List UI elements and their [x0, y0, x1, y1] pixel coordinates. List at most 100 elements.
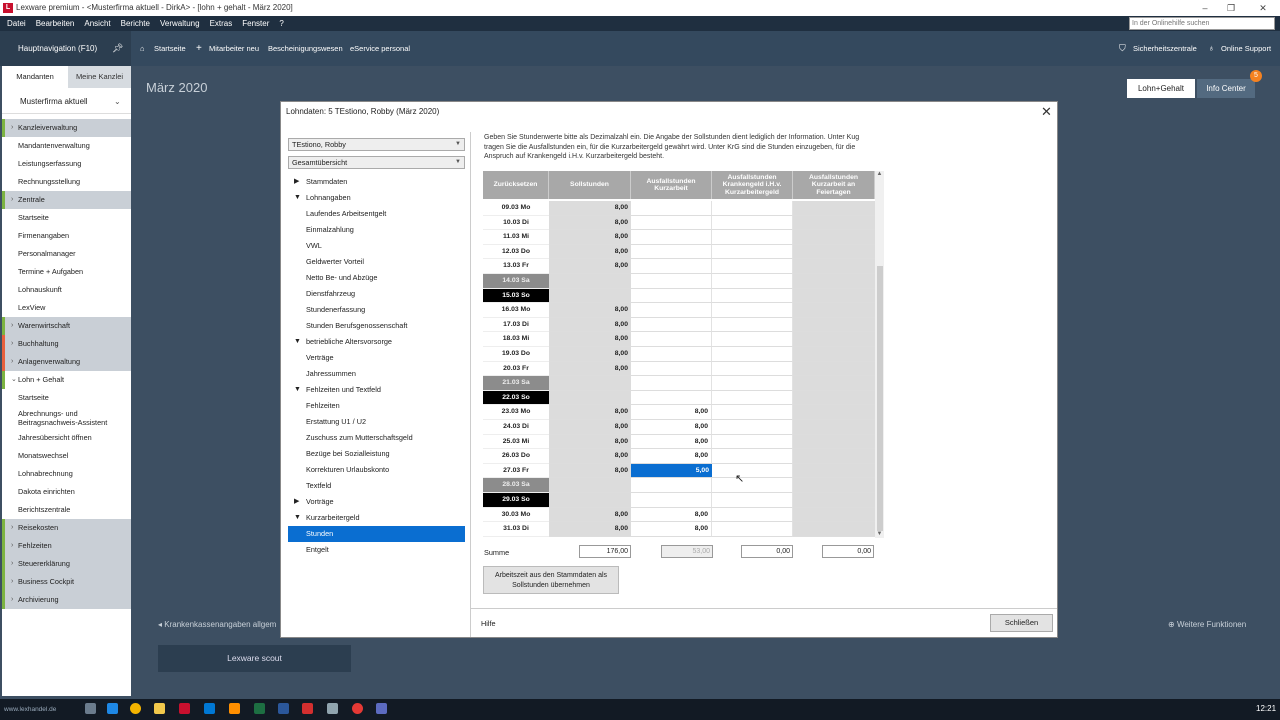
cell-krankengeld[interactable] — [712, 332, 793, 347]
pin-icon[interactable]: 📌︎ — [112, 31, 123, 66]
lexware-taskbar-icon[interactable] — [179, 703, 190, 714]
tree-item-20[interactable]: ▶ Vorträge — [288, 494, 465, 510]
tree-item-16[interactable]: Zuschuss zum Mutterschaftsgeld — [288, 430, 465, 446]
app-icon[interactable] — [327, 703, 338, 714]
weitere-funktionen-link[interactable]: ⊕ Weitere Funktionen — [1168, 620, 1246, 629]
cell-feiertage[interactable] — [793, 244, 875, 260]
cell-kurzarbeit[interactable] — [631, 230, 712, 245]
menu-item-2[interactable]: Ansicht — [79, 16, 115, 31]
tree-item-0[interactable]: ▶ Stammdaten — [288, 174, 465, 190]
cell-feiertage[interactable] — [793, 332, 875, 347]
sidebar-item-25[interactable]: › Business Cockpit — [2, 573, 131, 591]
cell-feiertage[interactable] — [793, 434, 875, 450]
sidebar-item-2[interactable]: Leistungserfassung — [2, 155, 131, 173]
cell-kurzarbeit[interactable] — [631, 390, 712, 406]
sidebar-item-22[interactable]: › Reisekosten — [2, 519, 131, 537]
cell-kurzarbeit[interactable] — [631, 303, 712, 318]
cell-feiertage[interactable] — [793, 507, 875, 523]
lexware-scout-button[interactable]: Lexware scout — [158, 645, 351, 672]
expand-down-icon[interactable]: ▼ — [294, 334, 301, 350]
cell-feiertage[interactable] — [793, 259, 875, 274]
tree-item-17[interactable]: Bezüge bei Sozialleistung — [288, 446, 465, 462]
tree-item-12[interactable]: Jahressummen — [288, 366, 465, 382]
scroll-down-icon[interactable]: ▼ — [875, 531, 884, 537]
sidebar-item-26[interactable]: › Archivierung — [2, 591, 131, 609]
view-select[interactable]: Gesamtübersicht ▼ — [288, 156, 465, 169]
cell-feiertage[interactable] — [793, 449, 875, 464]
sidebar-item-13[interactable]: › Anlagenverwaltung — [2, 353, 131, 371]
plus-icon[interactable]: + — [196, 31, 202, 66]
chrome-icon[interactable] — [130, 703, 141, 714]
cell-feiertage[interactable] — [793, 522, 875, 537]
cell-kurzarbeit[interactable] — [631, 244, 712, 260]
sidebar-item-8[interactable]: Termine + Aufgaben — [2, 263, 131, 281]
cell-feiertage[interactable] — [793, 463, 875, 479]
cell-feiertage[interactable] — [793, 201, 875, 216]
menu-item-0[interactable]: Datei — [0, 16, 31, 31]
outlook-icon[interactable] — [204, 703, 215, 714]
sidebar-item-9[interactable]: Lohnauskunft — [2, 281, 131, 299]
sidebar-item-3[interactable]: Rechnungsstellung — [2, 173, 131, 191]
cell-feiertage[interactable] — [793, 376, 875, 391]
grid-scrollbar-thumb[interactable] — [877, 266, 883, 531]
tab-meine-kanzlei[interactable]: Meine Kanzlei — [68, 66, 131, 88]
sidebar-item-5[interactable]: Startseite — [2, 209, 131, 227]
tab-mandanten[interactable]: Mandanten — [2, 66, 68, 88]
cell-kurzarbeit[interactable] — [631, 478, 712, 493]
tree-item-21[interactable]: ▼ Kurzarbeitergeld — [288, 510, 465, 526]
tree-item-14[interactable]: Fehlzeiten — [288, 398, 465, 414]
sidebar-item-24[interactable]: › Steuererklärung — [2, 555, 131, 573]
sidebar-item-15[interactable]: Startseite — [2, 389, 131, 407]
sidebar-item-4[interactable]: › Zentrale — [2, 191, 131, 209]
main-navigation-header[interactable]: Hauptnavigation (F10) 📌︎ — [0, 31, 131, 66]
sidebar-item-12[interactable]: › Buchhaltung — [2, 335, 131, 353]
scroll-up-icon[interactable]: ▲ — [875, 171, 884, 177]
app-icon[interactable] — [229, 703, 240, 714]
expand-down-icon[interactable]: ▼ — [294, 190, 301, 206]
cell-krankengeld[interactable] — [712, 493, 793, 508]
cell-kurzarbeit[interactable] — [631, 317, 712, 333]
restore-icon[interactable]: ❐ — [1218, 0, 1244, 16]
toolbar-online-support[interactable]: Online Support — [1221, 31, 1271, 66]
sidebar-item-18[interactable]: Monatswechsel — [2, 447, 131, 465]
sidebar-item-0[interactable]: › Kanzleiverwaltung — [2, 119, 131, 137]
menu-item-1[interactable]: Bearbeiten — [31, 16, 80, 31]
sidebar-item-11[interactable]: › Warenwirtschaft — [2, 317, 131, 335]
cell-kurzarbeit[interactable] — [631, 361, 712, 377]
expand-down-icon[interactable]: ▼ — [294, 510, 301, 526]
cell-krankengeld[interactable] — [712, 259, 793, 274]
cell-feiertage[interactable] — [793, 230, 875, 245]
sidebar-item-6[interactable]: Firmenangaben — [2, 227, 131, 245]
tree-item-6[interactable]: Netto Be- und Abzüge — [288, 270, 465, 286]
cell-kurzarbeit[interactable]: 8,00 — [631, 405, 712, 420]
cell-kurzarbeit[interactable]: 8,00 — [631, 434, 712, 450]
cell-krankengeld[interactable] — [712, 405, 793, 420]
cell-krankengeld[interactable] — [712, 244, 793, 260]
help-search-input[interactable]: In der Onlinehilfe suchen — [1129, 17, 1275, 30]
cell-krankengeld[interactable] — [712, 434, 793, 450]
cell-kurzarbeit[interactable]: 8,00 — [631, 507, 712, 523]
app-icon[interactable] — [302, 703, 313, 714]
cell-krankengeld[interactable] — [712, 522, 793, 537]
tree-item-5[interactable]: Geldwerter Vorteil — [288, 254, 465, 270]
cell-krankengeld[interactable] — [712, 376, 793, 391]
firm-selector[interactable]: Musterfirma aktuell ⌄ — [2, 90, 131, 114]
lohn-gehalt-button[interactable]: Lohn+Gehalt — [1127, 79, 1195, 98]
menu-item-5[interactable]: Extras — [205, 16, 238, 31]
cell-krankengeld[interactable] — [712, 449, 793, 464]
sidebar-item-10[interactable]: LexView — [2, 299, 131, 317]
cell-feiertage[interactable] — [793, 405, 875, 420]
sidebar-item-7[interactable]: Personalmanager — [2, 245, 131, 263]
sidebar-item-14[interactable]: ⌄ Lohn + Gehalt — [2, 371, 131, 389]
minimize-icon[interactable]: – — [1192, 0, 1218, 16]
cell-kurzarbeit[interactable] — [631, 332, 712, 347]
cell-krankengeld[interactable] — [712, 507, 793, 523]
toolbar-eservice[interactable]: eService personal — [350, 31, 410, 66]
employee-select[interactable]: TEstiono, Robby ▼ — [288, 138, 465, 151]
cell-kurzarbeit[interactable]: 8,00 — [631, 449, 712, 464]
tree-item-10[interactable]: ▼ betriebliche Altersvorsorge — [288, 334, 465, 350]
cell-feiertage[interactable] — [793, 288, 875, 304]
cell-feiertage[interactable] — [793, 347, 875, 362]
cell-feiertage[interactable] — [793, 478, 875, 493]
sidebar-item-17[interactable]: Jahresübersicht öffnen — [2, 429, 131, 447]
